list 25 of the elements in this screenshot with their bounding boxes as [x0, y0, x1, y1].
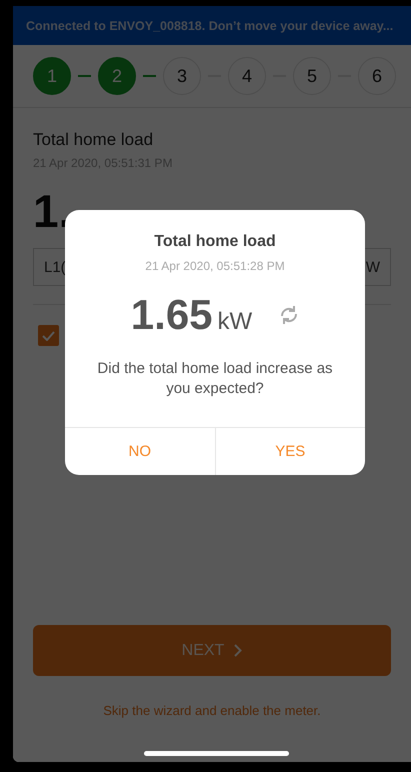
dialog-title: Total home load	[154, 233, 276, 251]
step-indicator: 4	[228, 57, 266, 95]
step-indicator: 2	[98, 57, 136, 95]
load-value: 1.65	[130, 291, 213, 339]
reading-title: Total home load	[33, 130, 154, 150]
dialog-button[interactable]: NO	[65, 428, 214, 475]
step-indicator: 6	[358, 57, 396, 95]
phase-value: W	[366, 258, 380, 276]
next-button[interactable]: NEXT	[33, 625, 391, 676]
skip-link[interactable]: Skip the wizard and enable the meter.	[33, 703, 391, 718]
step-indicator: 1	[33, 57, 71, 95]
refresh-icon[interactable]	[279, 304, 300, 326]
load-unit: kW	[218, 308, 252, 336]
check-icon	[42, 330, 55, 340]
step-connector	[143, 75, 156, 77]
phase-label: L1(	[44, 258, 66, 276]
dialog-question: Did the total home load increase as you expected?	[96, 359, 334, 399]
step-connector	[78, 75, 91, 77]
connection-banner: Connected to ENVOY_008818. Don’t move your device away...	[13, 6, 411, 45]
step-indicator: 5	[293, 57, 331, 95]
dialog-button[interactable]: YES	[214, 428, 365, 475]
dialog-timestamp: 21 Apr 2020, 05:51:28 PM	[145, 259, 285, 273]
chevron-right-icon	[234, 644, 242, 657]
step-indicator: 3	[163, 57, 201, 95]
checkbox[interactable]	[38, 325, 59, 346]
